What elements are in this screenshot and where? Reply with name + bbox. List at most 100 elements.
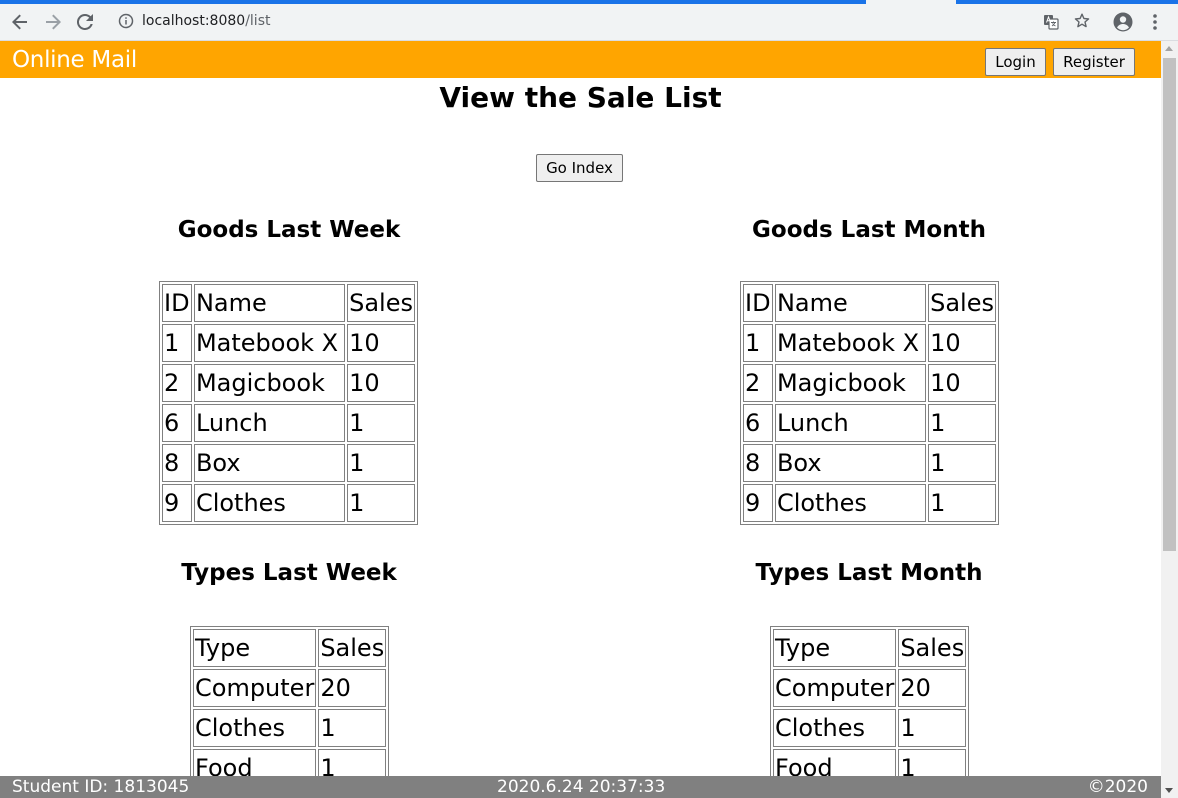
address-bar[interactable]: localhost:8080/list: [107, 7, 1099, 37]
cell-id: 9: [162, 484, 192, 522]
table-row: 6 Lunch 1: [162, 404, 415, 442]
table-row: 9 Clothes 1: [162, 484, 415, 522]
table-header-row: ID Name Sales: [162, 284, 415, 322]
go-index-button[interactable]: Go Index: [536, 154, 623, 182]
table-header-row: ID Name Sales: [743, 284, 996, 322]
table-row: 6 Lunch 1: [743, 404, 996, 442]
cell-sales: 10: [928, 364, 996, 402]
cell-type: Computer: [773, 669, 897, 707]
column-header: Name: [774, 284, 927, 322]
vertical-scrollbar[interactable]: [1161, 41, 1178, 798]
table-row: Computer 20: [193, 669, 387, 707]
column-header: Type: [193, 629, 317, 667]
cell-id: 8: [743, 444, 773, 482]
table-row: 2 Magicbook 10: [743, 364, 996, 402]
bookmark-star-icon[interactable]: [1073, 12, 1091, 30]
cell-sales: 10: [928, 324, 996, 362]
table-header-row: Type Sales: [193, 629, 387, 667]
cell-id: 2: [162, 364, 192, 402]
column-header: Sales: [347, 284, 415, 322]
cell-name: Lunch: [774, 404, 927, 442]
cell-name: Matebook X: [193, 324, 346, 362]
column-header: Sales: [898, 629, 967, 667]
cell-sales: 1: [898, 709, 967, 747]
more-menu-icon[interactable]: [1148, 12, 1162, 32]
column-header: Type: [773, 629, 897, 667]
table-row: 2 Magicbook 10: [162, 364, 415, 402]
register-button[interactable]: Register: [1053, 48, 1135, 76]
table-row: Clothes 1: [773, 709, 967, 747]
cell-sales: 1: [347, 484, 415, 522]
table-row: 1 Matebook X 10: [743, 324, 996, 362]
scroll-down-arrow-icon[interactable]: [1165, 788, 1173, 793]
cell-sales: 1: [928, 444, 996, 482]
column-header: ID: [162, 284, 192, 322]
login-button[interactable]: Login: [985, 48, 1046, 76]
table-header-row: Type Sales: [773, 629, 967, 667]
page-title: View the Sale List: [439, 81, 722, 114]
url-path: /list: [245, 13, 271, 29]
cell-id: 1: [162, 324, 192, 362]
cell-name: Magicbook: [774, 364, 927, 402]
cell-id: 6: [743, 404, 773, 442]
browser-toolbar: localhost:8080/list: [0, 4, 1178, 41]
scroll-up-arrow-icon[interactable]: [1165, 46, 1173, 51]
cell-sales: 10: [347, 364, 415, 402]
types-last-week-table: Type Sales Computer 20 Clothes 1 Food 1: [190, 626, 390, 790]
goods-last-week-title: Goods Last Week: [177, 217, 401, 243]
types-last-week-title: Types Last Week: [181, 560, 397, 586]
cell-name: Clothes: [193, 484, 346, 522]
cell-sales: 1: [928, 404, 996, 442]
page-footer: Student ID: 1813045 2020.6.24 20:37:33 ©…: [0, 776, 1161, 798]
back-icon[interactable]: [8, 10, 32, 34]
cell-sales: 10: [347, 324, 415, 362]
column-header: ID: [743, 284, 773, 322]
cell-id: 2: [743, 364, 773, 402]
site-title: Online Mail: [12, 47, 137, 73]
cell-sales: 1: [347, 404, 415, 442]
cell-sales: 1: [928, 484, 996, 522]
column-header: Name: [193, 284, 346, 322]
url-host: localhost:8080: [142, 13, 246, 29]
info-icon[interactable]: [118, 13, 134, 29]
table-row: 9 Clothes 1: [743, 484, 996, 522]
column-header: Sales: [928, 284, 996, 322]
cell-id: 8: [162, 444, 192, 482]
cell-sales: 1: [347, 444, 415, 482]
types-last-month-title: Types Last Month: [755, 560, 983, 586]
cell-name: Matebook X: [774, 324, 927, 362]
scrollbar-thumb[interactable]: [1163, 58, 1176, 551]
page-viewport: Online Mail Login Register View the Sale…: [0, 41, 1161, 798]
column-header: Sales: [318, 629, 387, 667]
types-last-month-table: Type Sales Computer 20 Clothes 1 Food 1: [770, 626, 970, 790]
cell-type: Clothes: [773, 709, 897, 747]
cell-id: 1: [743, 324, 773, 362]
goods-last-week-table: ID Name Sales 1 Matebook X 10 2 Magicboo…: [159, 281, 418, 525]
table-row: 1 Matebook X 10: [162, 324, 415, 362]
cell-sales: 20: [898, 669, 967, 707]
cell-name: Lunch: [193, 404, 346, 442]
reload-icon[interactable]: [73, 10, 97, 34]
cell-id: 9: [743, 484, 773, 522]
translate-icon[interactable]: [1043, 14, 1059, 30]
cell-name: Clothes: [774, 484, 927, 522]
student-id-text: Student ID: 1813045: [12, 777, 190, 797]
goods-last-month-title: Goods Last Month: [752, 217, 986, 243]
url-text[interactable]: localhost:8080/list: [142, 13, 270, 29]
cell-sales: 20: [318, 669, 387, 707]
profile-avatar-icon[interactable]: [1113, 12, 1133, 32]
cell-name: Magicbook: [193, 364, 346, 402]
table-row: 8 Box 1: [162, 444, 415, 482]
cell-name: Box: [193, 444, 346, 482]
timestamp-text: 2020.6.24 20:37:33: [497, 777, 666, 797]
cell-sales: 1: [318, 709, 387, 747]
table-row: Clothes 1: [193, 709, 387, 747]
goods-last-month-table: ID Name Sales 1 Matebook X 10 2 Magicboo…: [740, 281, 999, 525]
forward-icon[interactable]: [41, 10, 65, 34]
copyright-text: ©2020: [1087, 777, 1148, 797]
site-header: Online Mail Login Register: [0, 41, 1161, 78]
table-row: 8 Box 1: [743, 444, 996, 482]
cell-type: Clothes: [193, 709, 317, 747]
cell-name: Box: [774, 444, 927, 482]
cell-type: Computer: [193, 669, 317, 707]
